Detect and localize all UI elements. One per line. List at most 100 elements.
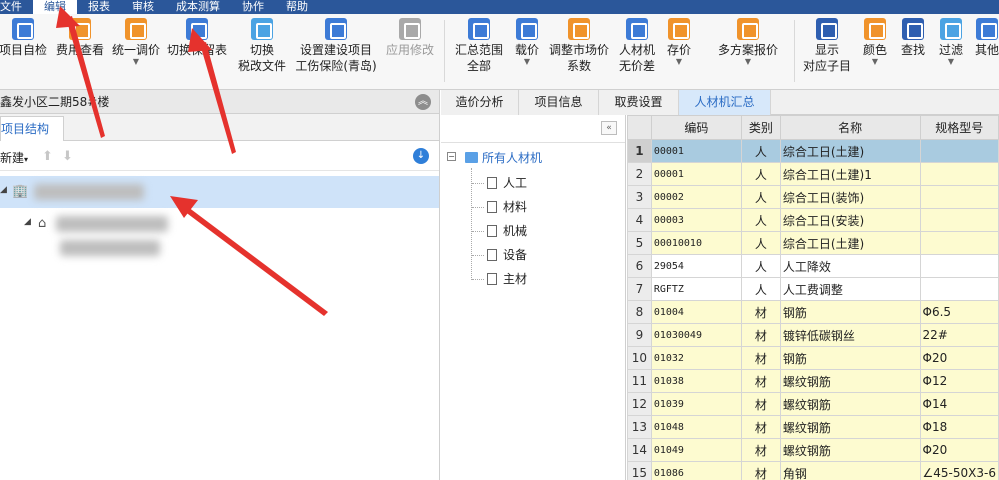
cell-name[interactable]: 螺纹钢筋	[779, 415, 921, 439]
load-price-button[interactable]: 载价 ▼	[512, 18, 542, 66]
cell-name[interactable]: 综合工日(土建)	[779, 139, 921, 163]
cell-category[interactable]: 材	[740, 323, 781, 347]
tree-item-labor[interactable]: 人工	[487, 173, 527, 193]
menu-edit[interactable]: 编辑	[33, 0, 77, 14]
new-button[interactable]: 新建▾	[0, 149, 28, 166]
fee-view-button[interactable]: 费用查看	[54, 18, 106, 58]
cell-category[interactable]: 人	[740, 208, 781, 232]
cell-category[interactable]: 材	[740, 461, 781, 480]
table-row[interactable]: 6 29054 人人工降效	[627, 254, 999, 278]
cell-name[interactable]: 综合工日(装饰)	[779, 185, 921, 209]
cell-name[interactable]: 综合工日(土建)	[779, 231, 921, 255]
table-row[interactable]: 1 00001 人综合工日(土建)	[627, 139, 999, 163]
cell-category[interactable]: 人	[740, 231, 781, 255]
table-row[interactable]: 12 01039 材螺纹钢筋 Φ14	[627, 392, 999, 416]
cell-spec[interactable]	[919, 139, 999, 163]
cell-category[interactable]: 材	[740, 346, 781, 370]
save-price-button[interactable]: 存价 ▼	[664, 18, 694, 66]
cell-spec[interactable]	[919, 162, 999, 186]
cell-spec[interactable]: Φ14	[919, 392, 999, 416]
menu-audit[interactable]: 审核	[121, 0, 165, 14]
cell-category[interactable]: 材	[740, 438, 781, 462]
row-number[interactable]: 7	[627, 277, 652, 301]
table-row[interactable]: 14 01049 材螺纹钢筋 Φ20	[627, 438, 999, 462]
row-number[interactable]: 12	[627, 392, 652, 416]
cell-code[interactable]: 01032	[650, 346, 742, 370]
cell-code[interactable]: 01004	[650, 300, 742, 324]
set-injury-insurance-button[interactable]: 设置建设项目 工伤保险(青岛)	[295, 18, 377, 74]
summary-range-button[interactable]: 汇总范围 全部	[452, 18, 506, 74]
other-button[interactable]: 其他	[972, 18, 999, 58]
menu-cost-estimate[interactable]: 成本测算	[165, 0, 231, 14]
row-number[interactable]: 15	[627, 461, 652, 480]
row-number[interactable]: 1	[627, 139, 652, 163]
tab-project-info[interactable]: 项目信息	[519, 90, 599, 115]
cell-category[interactable]: 材	[740, 300, 781, 324]
cell-category[interactable]: 人	[740, 185, 781, 209]
chevron-down-icon[interactable]: ◢	[24, 217, 31, 227]
row-number[interactable]: 3	[627, 185, 652, 209]
cell-spec[interactable]	[919, 231, 999, 255]
color-button[interactable]: 颜色 ▼	[860, 18, 890, 66]
column-header-category[interactable]: 类别	[740, 115, 781, 140]
tab-project-structure[interactable]: 项目结构	[0, 116, 64, 141]
row-number[interactable]: 11	[627, 369, 652, 393]
tab-cost-analysis[interactable]: 造价分析	[441, 90, 519, 115]
tree-item-main-material[interactable]: 主材	[487, 269, 527, 289]
tree-node-project[interactable]: ◢ 🏢	[0, 176, 439, 208]
cell-code[interactable]: 00001	[650, 139, 742, 163]
multi-scheme-quote-button[interactable]: 多方案报价 ▼	[714, 18, 782, 66]
table-row[interactable]: 15 01086 材角钢 ∠45-50X3-6	[627, 461, 999, 480]
table-row[interactable]: 10 01032 材钢筋 Φ20	[627, 346, 999, 370]
cell-name[interactable]: 螺纹钢筋	[779, 392, 921, 416]
unified-price-button[interactable]: 统一调价 ▼	[110, 18, 162, 66]
table-row[interactable]: 3 00002 人综合工日(装饰)	[627, 185, 999, 209]
collapse-tree-icon[interactable]: −	[447, 152, 456, 161]
cell-code[interactable]: 01038	[650, 369, 742, 393]
tree-all-materials[interactable]: 所有人材机	[465, 148, 542, 168]
column-header-spec[interactable]: 规格型号	[919, 115, 999, 140]
cell-code[interactable]: 01039	[650, 392, 742, 416]
cell-code[interactable]: 29054	[650, 254, 742, 278]
menu-report[interactable]: 报表	[77, 0, 121, 14]
cell-spec[interactable]	[919, 254, 999, 278]
show-sub-items-button[interactable]: 显示 对应子目	[800, 18, 854, 74]
tree-item-machinery[interactable]: 机械	[487, 221, 527, 241]
tree-item-material[interactable]: 材料	[487, 197, 527, 217]
row-number[interactable]: 6	[627, 254, 652, 278]
adjust-market-price-button[interactable]: 调整市场价 系数	[548, 18, 610, 74]
download-icon[interactable]: ↓	[413, 148, 429, 164]
row-number[interactable]: 9	[627, 323, 652, 347]
row-number[interactable]: 14	[627, 438, 652, 462]
cell-spec[interactable]: Φ20	[919, 438, 999, 462]
switch-tax-file-button[interactable]: 切换 税改文件	[236, 18, 288, 74]
cell-category[interactable]: 人	[740, 162, 781, 186]
cell-spec[interactable]: 22#	[919, 323, 999, 347]
table-row[interactable]: 2 00001 人综合工日(土建)1	[627, 162, 999, 186]
menu-help[interactable]: 帮助	[275, 0, 319, 14]
table-row[interactable]: 5 00010010 人综合工日(土建)	[627, 231, 999, 255]
cell-category[interactable]: 人	[740, 139, 781, 163]
row-number[interactable]: 4	[627, 208, 652, 232]
row-number[interactable]: 13	[627, 415, 652, 439]
switch-table-button[interactable]: 切换保留表	[166, 18, 228, 58]
column-header-code[interactable]: 编码	[650, 115, 742, 140]
table-row[interactable]: 7 RGFTZ 人人工费调整	[627, 277, 999, 301]
tab-labor-material-machine-summary[interactable]: 人材机汇总	[679, 90, 771, 115]
cell-spec[interactable]	[919, 185, 999, 209]
filter-button[interactable]: 过滤 ▼	[936, 18, 966, 66]
cell-name[interactable]: 综合工日(安装)	[779, 208, 921, 232]
cell-code[interactable]: 01049	[650, 438, 742, 462]
cell-category[interactable]: 材	[740, 369, 781, 393]
cell-spec[interactable]: Φ20	[919, 346, 999, 370]
table-row[interactable]: 4 00003 人综合工日(安装)	[627, 208, 999, 232]
cell-spec[interactable]	[919, 277, 999, 301]
cell-name[interactable]: 钢筋	[779, 346, 921, 370]
cell-category[interactable]: 材	[740, 415, 781, 439]
no-price-diff-button[interactable]: 人材机 无价差	[616, 18, 658, 74]
cell-code[interactable]: 01048	[650, 415, 742, 439]
collapse-up-icon[interactable]: ︽	[415, 94, 431, 110]
chevron-down-icon[interactable]: ◢	[0, 185, 7, 195]
collapse-left-icon[interactable]: «	[601, 121, 617, 135]
cell-code[interactable]: RGFTZ	[650, 277, 742, 301]
